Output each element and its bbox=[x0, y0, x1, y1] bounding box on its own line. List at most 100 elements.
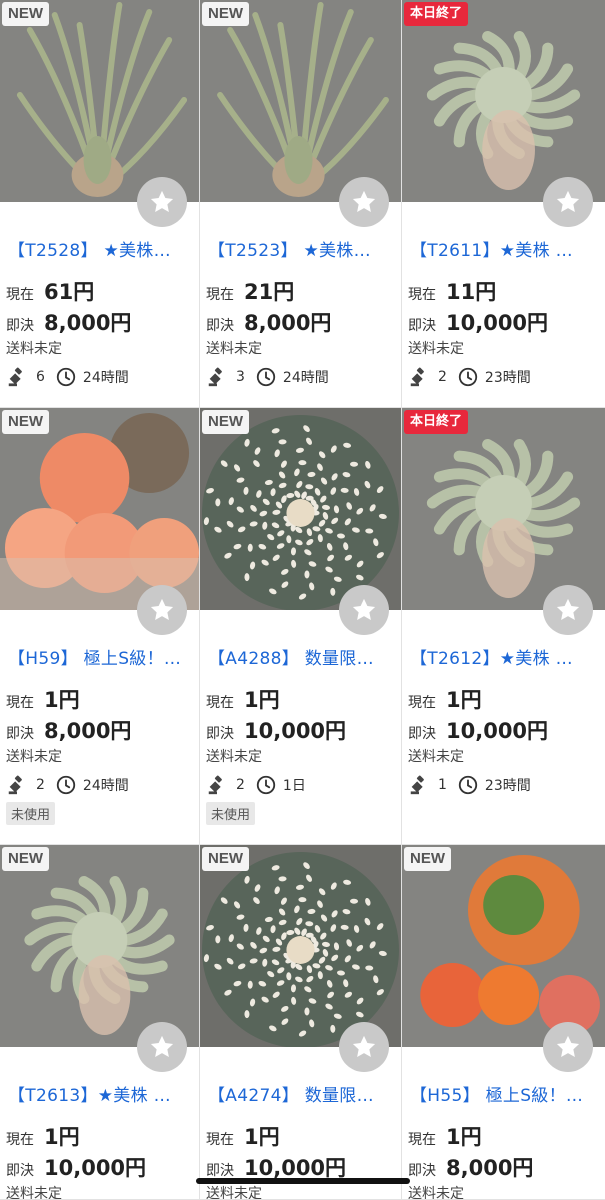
buyout-price-label: 即決 bbox=[408, 318, 436, 334]
product-card[interactable]: NEW 【T2613】★美株 … 現在 1円 即決 10,000円 送料未定 bbox=[0, 845, 200, 1200]
favorite-button[interactable] bbox=[543, 177, 593, 227]
product-card[interactable]: NEW 【A4288】 数量限… 現在 1円 即決 10,000円 送料未定 2 1日… bbox=[200, 408, 402, 845]
bid-time-row: 3 24時間 bbox=[206, 366, 329, 388]
product-grid: NEW 【T2528】 ★美株… 現在 61円 即決 8,000円 送料未定 6 24… bbox=[0, 0, 605, 1200]
current-price: 21円 bbox=[244, 280, 295, 304]
buyout-price-label: 即決 bbox=[6, 726, 34, 742]
buyout-price-label: 即決 bbox=[6, 318, 34, 334]
product-title-link[interactable]: 【T2613】★美株 … bbox=[8, 1081, 191, 1106]
current-price-label: 現在 bbox=[408, 695, 436, 711]
product-photo[interactable] bbox=[200, 845, 401, 1047]
star-icon bbox=[556, 190, 580, 213]
buyout-price-label: 即決 bbox=[206, 318, 234, 334]
condition-badge: 未使用 bbox=[6, 802, 56, 825]
buyout-price: 10,000円 bbox=[44, 1156, 147, 1180]
current-price-row: 現在 11円 bbox=[408, 276, 496, 306]
shipping-text: 送料未定 bbox=[6, 749, 62, 765]
star-icon bbox=[556, 1035, 580, 1058]
time-left: 23時間 bbox=[484, 778, 531, 794]
gavel-icon bbox=[410, 367, 424, 387]
current-price: 1円 bbox=[44, 1125, 80, 1149]
product-photo[interactable] bbox=[0, 408, 199, 610]
gavel-icon bbox=[410, 775, 424, 795]
product-title-link[interactable]: 【T2611】★美株 … bbox=[410, 236, 597, 261]
product-photo[interactable] bbox=[402, 845, 605, 1047]
shipping-text: 送料未定 bbox=[206, 1186, 262, 1200]
product-title-link[interactable]: 【A4274】 数量限… bbox=[208, 1081, 393, 1106]
product-card[interactable]: NEW 【H55】 極上S級！… 現在 1円 即決 8,000円 送料未定 bbox=[402, 845, 605, 1200]
current-price-label: 現在 bbox=[408, 1132, 436, 1148]
product-card[interactable]: NEW 【A4274】 数量限… 現在 1円 即決 10,000円 送料未定 bbox=[200, 845, 402, 1200]
favorite-button[interactable] bbox=[543, 1022, 593, 1072]
favorite-button[interactable] bbox=[137, 177, 187, 227]
buyout-price-row: 即決 10,000円 bbox=[6, 1152, 146, 1182]
gavel-icon bbox=[208, 775, 222, 795]
shipping-text: 送料未定 bbox=[408, 1186, 464, 1200]
buyout-price: 10,000円 bbox=[446, 311, 549, 335]
product-photo[interactable] bbox=[0, 845, 199, 1047]
product-card[interactable]: NEW 【T2528】 ★美株… 現在 61円 即決 8,000円 送料未定 6 24… bbox=[0, 0, 200, 408]
bid-time-row: 6 24時間 bbox=[6, 366, 129, 388]
clock-icon bbox=[256, 367, 276, 387]
buyout-price: 10,000円 bbox=[244, 719, 347, 743]
gavel-icon bbox=[8, 775, 22, 795]
bid-count: 2 bbox=[438, 369, 447, 385]
current-price-row: 現在 61円 bbox=[6, 276, 94, 306]
product-photo[interactable] bbox=[402, 408, 605, 610]
bid-count: 6 bbox=[36, 369, 45, 385]
time-left: 23時間 bbox=[484, 370, 531, 386]
buyout-price-row: 即決 8,000円 bbox=[6, 307, 131, 337]
bid-time-row: 2 23時間 bbox=[408, 366, 531, 388]
product-photo[interactable] bbox=[200, 408, 401, 610]
gavel-icon bbox=[8, 367, 22, 387]
current-price-label: 現在 bbox=[6, 287, 34, 303]
buyout-price: 8,000円 bbox=[244, 311, 332, 335]
favorite-button[interactable] bbox=[339, 1022, 389, 1072]
shipping-text: 送料未定 bbox=[206, 341, 262, 357]
star-icon bbox=[150, 598, 174, 621]
favorite-button[interactable] bbox=[339, 585, 389, 635]
current-price-label: 現在 bbox=[6, 1132, 34, 1148]
product-title-link[interactable]: 【A4288】 数量限… bbox=[208, 644, 393, 669]
bid-count: 2 bbox=[36, 777, 45, 793]
plant-image bbox=[402, 845, 605, 1047]
current-price-label: 現在 bbox=[206, 695, 234, 711]
favorite-button[interactable] bbox=[543, 585, 593, 635]
plant-image bbox=[200, 845, 401, 1047]
product-title-link[interactable]: 【T2612】★美株 … bbox=[410, 644, 597, 669]
buyout-price: 8,000円 bbox=[44, 311, 132, 335]
star-icon bbox=[150, 190, 174, 213]
product-photo[interactable] bbox=[200, 0, 401, 202]
current-price-label: 現在 bbox=[408, 287, 436, 303]
plant-image bbox=[200, 0, 401, 202]
product-title-link[interactable]: 【H59】 極上S級！… bbox=[8, 644, 191, 669]
product-card[interactable]: NEW 【H59】 極上S級！… 現在 1円 即決 8,000円 送料未定 2 24時… bbox=[0, 408, 200, 845]
status-badge: NEW bbox=[2, 410, 49, 434]
product-card[interactable]: 本日終了 【T2612】★美株 … 現在 1円 即決 10,000円 送料未定 1 2… bbox=[402, 408, 605, 845]
favorite-button[interactable] bbox=[137, 585, 187, 635]
product-title-link[interactable]: 【T2528】 ★美株… bbox=[8, 236, 191, 261]
product-title-link[interactable]: 【T2523】 ★美株… bbox=[208, 236, 393, 261]
product-title-link[interactable]: 【H55】 極上S級！… bbox=[410, 1081, 597, 1106]
time-left: 24時間 bbox=[82, 370, 129, 386]
favorite-button[interactable] bbox=[137, 1022, 187, 1072]
home-indicator[interactable] bbox=[196, 1178, 410, 1184]
current-price-label: 現在 bbox=[6, 695, 34, 711]
shipping-text: 送料未定 bbox=[408, 341, 464, 357]
product-photo[interactable] bbox=[402, 0, 605, 202]
current-price-row: 現在 1円 bbox=[408, 1121, 482, 1151]
bid-count: 1 bbox=[438, 777, 447, 793]
clock-icon bbox=[56, 367, 76, 387]
product-photo[interactable] bbox=[0, 0, 199, 202]
product-card[interactable]: 本日終了 【T2611】★美株 … 現在 11円 即決 10,000円 送料未定 2… bbox=[402, 0, 605, 408]
plant-image bbox=[402, 408, 605, 610]
buyout-price-label: 即決 bbox=[408, 726, 436, 742]
buyout-price: 10,000円 bbox=[446, 719, 549, 743]
clock-icon bbox=[458, 775, 478, 795]
star-icon bbox=[150, 1035, 174, 1058]
product-card[interactable]: NEW 【T2523】 ★美株… 現在 21円 即決 8,000円 送料未定 3 24… bbox=[200, 0, 402, 408]
favorite-button[interactable] bbox=[339, 177, 389, 227]
buyout-price-row: 即決 10,000円 bbox=[206, 715, 346, 745]
plant-image bbox=[402, 0, 605, 202]
status-badge: NEW bbox=[202, 2, 249, 26]
